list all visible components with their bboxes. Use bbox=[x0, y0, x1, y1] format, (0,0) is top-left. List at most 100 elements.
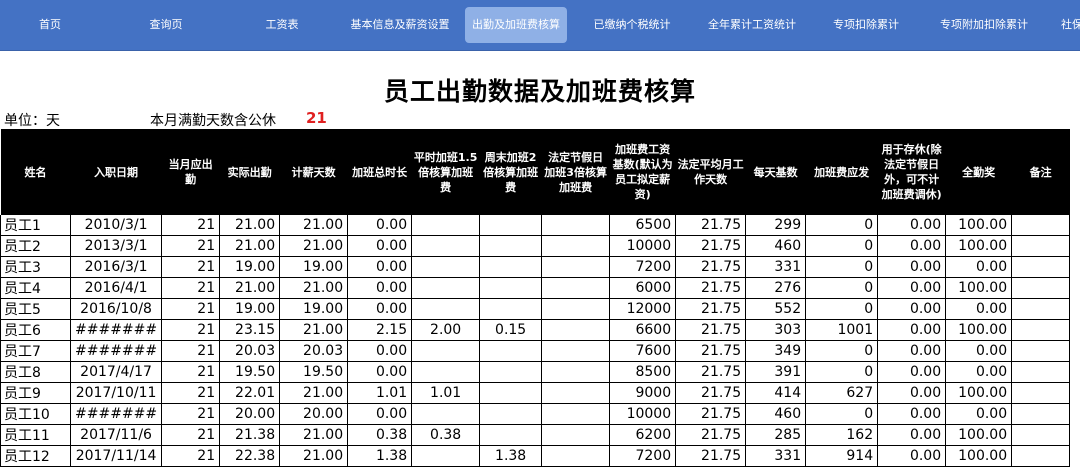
cell-overtime-pay[interactable]: 0 bbox=[805, 235, 879, 257]
cell-weekend-overtime[interactable]: 1.38 bbox=[479, 445, 543, 467]
cell-remarks[interactable] bbox=[1011, 277, 1071, 299]
cell-weekend-overtime[interactable] bbox=[479, 382, 543, 404]
cell-avg-work-days[interactable]: 21.75 bbox=[675, 361, 747, 383]
cell-avg-work-days[interactable]: 21.75 bbox=[675, 298, 747, 320]
cell-holiday-overtime[interactable] bbox=[541, 361, 611, 383]
nav-basic-info-settings[interactable]: 基本信息及薪资设置 bbox=[344, 7, 456, 43]
cell-avg-work-days[interactable]: 21.75 bbox=[675, 215, 747, 236]
cell-remarks[interactable] bbox=[1011, 340, 1071, 362]
cell-actual-attendance[interactable]: 21.00 bbox=[219, 215, 281, 236]
cell-required-days[interactable]: 21 bbox=[161, 424, 221, 446]
cell-paid-days[interactable]: 20.00 bbox=[279, 403, 349, 425]
cell-holiday-overtime[interactable] bbox=[541, 256, 611, 278]
cell-time-off-bank[interactable]: 0.00 bbox=[877, 424, 947, 446]
cell-paid-days[interactable]: 20.03 bbox=[279, 340, 349, 362]
cell-holiday-overtime[interactable] bbox=[541, 298, 611, 320]
cell-holiday-overtime[interactable] bbox=[541, 382, 611, 404]
cell-paid-days[interactable]: 21.00 bbox=[279, 382, 349, 404]
cell-remarks[interactable] bbox=[1011, 256, 1071, 278]
cell-time-off-bank[interactable]: 0.00 bbox=[877, 277, 947, 299]
cell-daily-base[interactable]: 552 bbox=[745, 298, 807, 320]
cell-name[interactable]: 员工4 bbox=[0, 277, 71, 299]
cell-attendance-bonus[interactable]: 100.00 bbox=[945, 235, 1013, 257]
cell-actual-attendance[interactable]: 19.50 bbox=[219, 361, 281, 383]
cell-overtime-pay[interactable]: 1001 bbox=[805, 319, 879, 341]
cell-hire-date[interactable]: 2017/11/14 bbox=[70, 445, 163, 467]
cell-hire-date[interactable]: 2017/4/17 bbox=[70, 361, 163, 383]
cell-holiday-overtime[interactable] bbox=[541, 445, 611, 467]
cell-actual-attendance[interactable]: 21.38 bbox=[219, 424, 281, 446]
cell-required-days[interactable]: 21 bbox=[161, 361, 221, 383]
cell-name[interactable]: 员工1 bbox=[0, 215, 71, 236]
cell-attendance-bonus[interactable]: 100.00 bbox=[945, 215, 1013, 236]
cell-weekend-overtime[interactable] bbox=[479, 235, 543, 257]
cell-weekend-overtime[interactable] bbox=[479, 340, 543, 362]
cell-remarks[interactable] bbox=[1011, 235, 1071, 257]
cell-actual-attendance[interactable]: 19.00 bbox=[219, 256, 281, 278]
cell-overtime-total[interactable]: 0.00 bbox=[347, 235, 413, 257]
cell-hire-date[interactable]: 2010/3/1 bbox=[70, 215, 163, 236]
cell-remarks[interactable] bbox=[1011, 298, 1071, 320]
cell-holiday-overtime[interactable] bbox=[541, 403, 611, 425]
cell-overtime-total[interactable]: 0.00 bbox=[347, 298, 413, 320]
cell-attendance-bonus[interactable]: 0.00 bbox=[945, 340, 1013, 362]
cell-overtime-base[interactable]: 10000 bbox=[609, 235, 677, 257]
cell-attendance-bonus[interactable]: 100.00 bbox=[945, 445, 1013, 467]
cell-actual-attendance[interactable]: 21.00 bbox=[219, 277, 281, 299]
cell-overtime-base[interactable]: 7600 bbox=[609, 340, 677, 362]
cell-overtime-base[interactable]: 12000 bbox=[609, 298, 677, 320]
cell-avg-work-days[interactable]: 21.75 bbox=[675, 277, 747, 299]
cell-weekday-overtime[interactable] bbox=[411, 340, 481, 362]
cell-weekday-overtime[interactable] bbox=[411, 277, 481, 299]
cell-overtime-pay[interactable]: 0 bbox=[805, 403, 879, 425]
nav-home[interactable]: 首页 bbox=[22, 7, 78, 43]
cell-paid-days[interactable]: 21.00 bbox=[279, 215, 349, 236]
cell-required-days[interactable]: 21 bbox=[161, 382, 221, 404]
nav-query[interactable]: 查询页 bbox=[134, 7, 198, 43]
cell-overtime-pay[interactable]: 0 bbox=[805, 361, 879, 383]
cell-overtime-pay[interactable]: 0 bbox=[805, 298, 879, 320]
cell-weekday-overtime[interactable]: 1.01 bbox=[411, 382, 481, 404]
cell-weekend-overtime[interactable] bbox=[479, 298, 543, 320]
cell-hire-date[interactable]: 2016/4/1 bbox=[70, 277, 163, 299]
cell-overtime-base[interactable]: 6000 bbox=[609, 277, 677, 299]
cell-weekday-overtime[interactable] bbox=[411, 256, 481, 278]
nav-special-deduction[interactable]: 专项扣除累计 bbox=[826, 7, 906, 43]
nav-special-additional-deduction[interactable]: 专项附加扣除累计 bbox=[932, 7, 1036, 43]
cell-name[interactable]: 员工12 bbox=[0, 445, 71, 467]
cell-name[interactable]: 员工2 bbox=[0, 235, 71, 257]
cell-holiday-overtime[interactable] bbox=[541, 215, 611, 236]
cell-overtime-base[interactable]: 6500 bbox=[609, 215, 677, 236]
cell-overtime-total[interactable]: 0.00 bbox=[347, 403, 413, 425]
cell-name[interactable]: 员工7 bbox=[0, 340, 71, 362]
cell-daily-base[interactable]: 276 bbox=[745, 277, 807, 299]
cell-attendance-bonus[interactable]: 100.00 bbox=[945, 382, 1013, 404]
cell-actual-attendance[interactable]: 19.00 bbox=[219, 298, 281, 320]
cell-avg-work-days[interactable]: 21.75 bbox=[675, 340, 747, 362]
cell-weekday-overtime[interactable] bbox=[411, 445, 481, 467]
cell-remarks[interactable] bbox=[1011, 361, 1071, 383]
cell-overtime-base[interactable]: 9000 bbox=[609, 382, 677, 404]
cell-attendance-bonus[interactable]: 0.00 bbox=[945, 403, 1013, 425]
cell-daily-base[interactable]: 331 bbox=[745, 256, 807, 278]
cell-time-off-bank[interactable]: 0.00 bbox=[877, 215, 947, 236]
cell-overtime-pay[interactable]: 627 bbox=[805, 382, 879, 404]
cell-overtime-pay[interactable]: 0 bbox=[805, 215, 879, 236]
cell-holiday-overtime[interactable] bbox=[541, 277, 611, 299]
cell-paid-days[interactable]: 21.00 bbox=[279, 319, 349, 341]
cell-actual-attendance[interactable]: 21.00 bbox=[219, 235, 281, 257]
cell-paid-days[interactable]: 21.00 bbox=[279, 445, 349, 467]
cell-required-days[interactable]: 21 bbox=[161, 215, 221, 236]
nav-paid-tax-stats[interactable]: 已缴纳个税统计 bbox=[586, 7, 678, 43]
cell-hire-date[interactable]: 2017/10/11 bbox=[70, 382, 163, 404]
cell-overtime-base[interactable]: 10000 bbox=[609, 403, 677, 425]
cell-name[interactable]: 员工5 bbox=[0, 298, 71, 320]
cell-remarks[interactable] bbox=[1011, 445, 1071, 467]
cell-hire-date[interactable]: 2013/3/1 bbox=[70, 235, 163, 257]
cell-overtime-total[interactable]: 1.01 bbox=[347, 382, 413, 404]
cell-time-off-bank[interactable]: 0.00 bbox=[877, 319, 947, 341]
cell-hire-date[interactable]: ####### bbox=[70, 403, 163, 425]
cell-paid-days[interactable]: 19.00 bbox=[279, 256, 349, 278]
cell-daily-base[interactable]: 331 bbox=[745, 445, 807, 467]
cell-avg-work-days[interactable]: 21.75 bbox=[675, 235, 747, 257]
